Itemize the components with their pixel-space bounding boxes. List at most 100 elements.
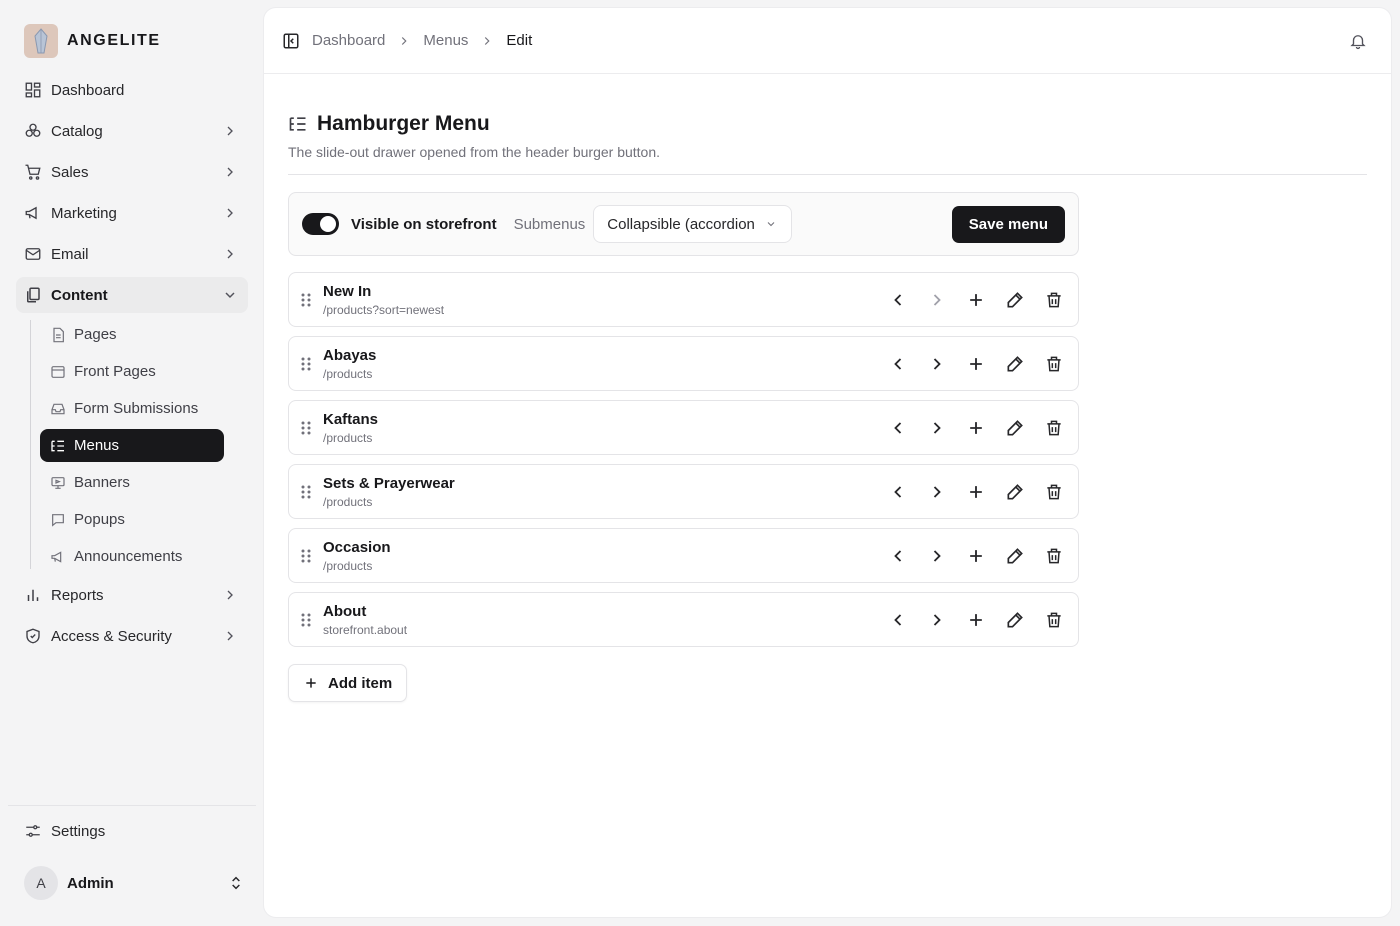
sidebar-item-label: Marketing	[51, 204, 117, 222]
user-menu[interactable]: A Admin	[24, 866, 244, 900]
add-child-plus-icon[interactable]	[966, 546, 986, 566]
user-name: Admin	[67, 874, 114, 892]
breadcrumb-current: Edit	[506, 32, 533, 49]
menu-item-row[interactable]: Occasion/products	[288, 528, 1079, 583]
sidebar-nav: Dashboard Catalog Sales Marketing Email …	[16, 72, 248, 659]
sidebar-subitem-label: Announcements	[74, 548, 183, 565]
sidebar-item-settings[interactable]: Settings	[24, 822, 105, 840]
sidebar-item-label: Access & Security	[51, 627, 172, 645]
add-item-label: Add item	[328, 674, 393, 692]
chevron-down-icon	[765, 218, 777, 230]
sidebar-subitem-announcements[interactable]: Announcements	[40, 540, 224, 573]
outdent-chevron-left-icon[interactable]	[888, 610, 908, 630]
delete-trash-icon[interactable]	[1044, 610, 1064, 630]
brand-name: ANGELITE	[67, 32, 161, 49]
add-child-plus-icon[interactable]	[966, 610, 986, 630]
menu-item-label: Sets & Prayerwear	[323, 474, 455, 492]
sidebar-item-sales[interactable]: Sales	[16, 154, 248, 190]
drag-handle-icon[interactable]	[299, 612, 313, 628]
edit-pencil-icon[interactable]	[1005, 482, 1025, 502]
sidebar-subitem-popups[interactable]: Popups	[40, 503, 224, 536]
outdent-chevron-left-icon[interactable]	[888, 290, 908, 310]
delete-trash-icon[interactable]	[1044, 546, 1064, 566]
menu-item-label: Occasion	[323, 538, 391, 556]
delete-trash-icon[interactable]	[1044, 418, 1064, 438]
sidebar-item-email[interactable]: Email	[16, 236, 248, 272]
menu-item-row[interactable]: Abayas/products	[288, 336, 1079, 391]
add-child-plus-icon[interactable]	[966, 418, 986, 438]
indent-chevron-right-icon[interactable]	[927, 290, 947, 310]
menu-item-url: /products	[323, 366, 373, 381]
sidebar-subitem-pages[interactable]: Pages	[40, 318, 224, 351]
content-area: Hamburger Menu The slide-out drawer open…	[288, 112, 1367, 702]
bell-icon[interactable]	[1349, 32, 1367, 50]
sliders-icon	[24, 822, 42, 840]
menu-item-row[interactable]: Kaftans/products	[288, 400, 1079, 455]
delete-trash-icon[interactable]	[1044, 354, 1064, 374]
menu-item-actions	[888, 290, 1064, 310]
outdent-chevron-left-icon[interactable]	[888, 354, 908, 374]
menu-item-row[interactable]: New In/products?sort=newest	[288, 272, 1079, 327]
menu-item-text: New In/products?sort=newest	[323, 283, 888, 317]
sidebar-item-reports[interactable]: Reports	[16, 577, 248, 613]
edit-pencil-icon[interactable]	[1005, 290, 1025, 310]
delete-trash-icon[interactable]	[1044, 290, 1064, 310]
reports-icon	[24, 586, 42, 604]
indent-chevron-right-icon[interactable]	[927, 418, 947, 438]
add-child-plus-icon[interactable]	[966, 354, 986, 374]
add-item-button[interactable]: Add item	[288, 664, 408, 702]
sidebar-subitem-banners[interactable]: Banners	[40, 466, 224, 499]
inbox-icon	[50, 401, 66, 417]
edit-pencil-icon[interactable]	[1005, 610, 1025, 630]
edit-pencil-icon[interactable]	[1005, 418, 1025, 438]
edit-pencil-icon[interactable]	[1005, 546, 1025, 566]
add-child-plus-icon[interactable]	[966, 482, 986, 502]
visible-toggle[interactable]	[302, 213, 339, 235]
menu-item-row[interactable]: About storefront.about	[288, 592, 1079, 647]
drag-handle-icon[interactable]	[299, 356, 313, 372]
drag-handle-icon[interactable]	[299, 548, 313, 564]
outdent-chevron-left-icon[interactable]	[888, 482, 908, 502]
submenus-select[interactable]: Collapsible (accordion	[593, 205, 792, 243]
popup-icon	[50, 512, 66, 528]
breadcrumb-dashboard[interactable]: Dashboard	[312, 32, 385, 49]
save-menu-button[interactable]: Save menu	[951, 205, 1065, 243]
sidebar-toggle-icon[interactable]	[282, 32, 300, 50]
drag-handle-icon[interactable]	[299, 484, 313, 500]
sidebar-subitem-front-pages[interactable]: Front Pages	[40, 355, 224, 388]
settings-label: Settings	[51, 822, 106, 840]
sidebar-subitem-form-submissions[interactable]: Form Submissions	[40, 392, 224, 425]
megaphone-icon	[24, 204, 42, 222]
menu-item-text: Abayas/products	[323, 347, 888, 381]
sidebar-item-dashboard[interactable]: Dashboard	[16, 72, 248, 108]
front-page-icon	[50, 364, 66, 380]
drag-handle-icon[interactable]	[299, 420, 313, 436]
indent-chevron-right-icon[interactable]	[927, 482, 947, 502]
drag-handle-icon[interactable]	[299, 292, 313, 308]
page-header: Hamburger Menu	[288, 112, 1367, 136]
add-child-plus-icon[interactable]	[966, 290, 986, 310]
edit-pencil-icon[interactable]	[1005, 354, 1025, 374]
menu-item-label: Kaftans	[323, 410, 379, 428]
indent-chevron-right-icon[interactable]	[927, 546, 947, 566]
outdent-chevron-left-icon[interactable]	[888, 418, 908, 438]
sidebar-subitem-menus[interactable]: Menus	[40, 429, 224, 462]
menu-item-actions	[888, 610, 1064, 630]
chevron-right-icon	[222, 587, 238, 603]
breadcrumb: Dashboard Menus Edit	[312, 32, 532, 49]
indent-chevron-right-icon[interactable]	[927, 354, 947, 374]
sidebar-item-content[interactable]: Content	[16, 277, 248, 313]
banner-icon	[50, 475, 66, 491]
outdent-chevron-left-icon[interactable]	[888, 546, 908, 566]
sidebar-item-label: Email	[51, 245, 89, 263]
breadcrumb-menus[interactable]: Menus	[423, 32, 468, 49]
submenus-label: Submenus	[513, 215, 586, 233]
brand[interactable]: ANGELITE	[24, 24, 161, 58]
sidebar-item-catalog[interactable]: Catalog	[16, 113, 248, 149]
menu-item-label: About	[323, 602, 367, 620]
delete-trash-icon[interactable]	[1044, 482, 1064, 502]
sidebar-item-marketing[interactable]: Marketing	[16, 195, 248, 231]
menu-item-row[interactable]: Sets & Prayerwear/products	[288, 464, 1079, 519]
indent-chevron-right-icon[interactable]	[927, 610, 947, 630]
sidebar-item-access-security[interactable]: Access & Security	[16, 618, 248, 654]
